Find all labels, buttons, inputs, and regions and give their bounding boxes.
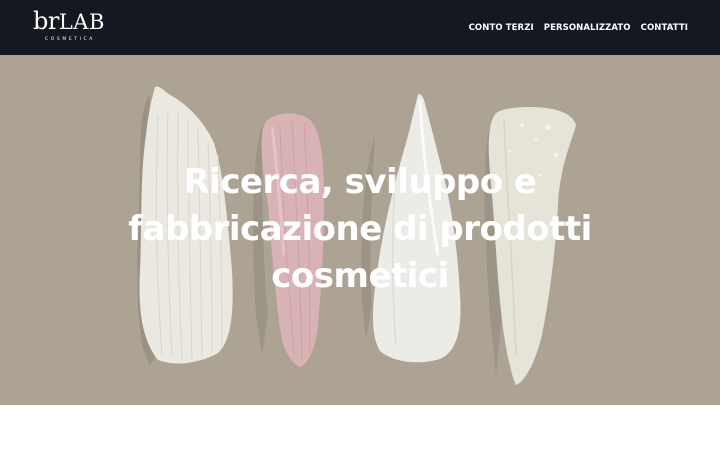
logo-subtitle: COSMETICA: [45, 37, 95, 42]
logo-wordmark: brLAB: [33, 7, 105, 35]
hero-banner: Ricerca, sviluppo e fabbricazione di pro…: [0, 55, 720, 405]
nav-link-conto-terzi[interactable]: CONTO TERZI: [469, 23, 534, 33]
brlab-logo[interactable]: brLAB COSMETICA: [33, 8, 105, 42]
content-area: [0, 405, 720, 450]
site-header: brLAB COSMETICA CONTO TERZI PERSONALIZZA…: [0, 0, 720, 55]
main-nav: CONTO TERZI PERSONALIZZATO CONTATTI: [469, 0, 688, 55]
nav-link-personalizzato[interactable]: PERSONALIZZATO: [544, 23, 631, 33]
nav-link-contatti[interactable]: CONTATTI: [641, 23, 688, 33]
hero-title: Ricerca, sviluppo e fabbricazione di pro…: [128, 162, 592, 296]
